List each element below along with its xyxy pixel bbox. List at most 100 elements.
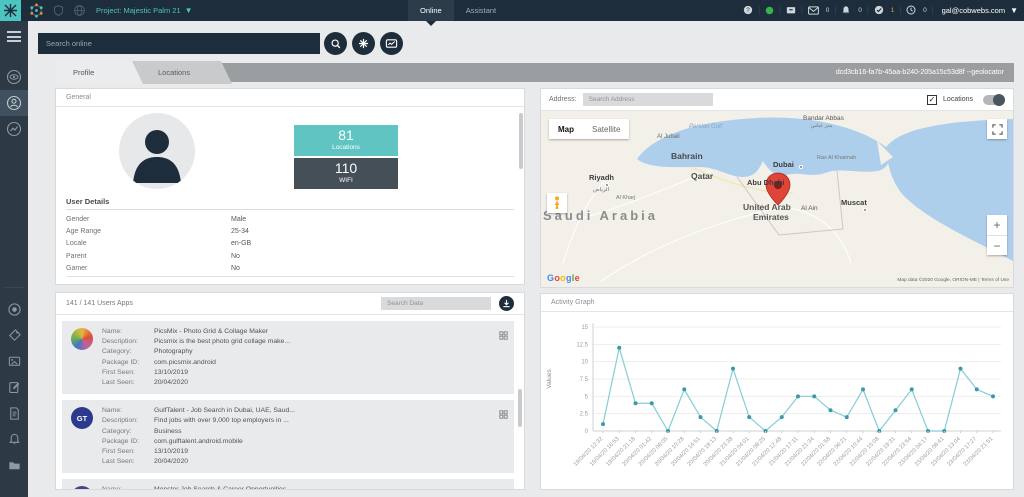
- map-canvas[interactable]: Saudi ArabiaRiyadhالرياضAl JubailBahrain…: [541, 111, 1013, 287]
- app-field-row: Description:Find jobs with over 9,000 to…: [102, 416, 508, 426]
- sidebar-item-discover[interactable]: [0, 64, 28, 90]
- detail-row: GenderMale: [66, 213, 514, 225]
- app-field-row: Category:Photography: [102, 347, 508, 357]
- user-menu-chevron-icon[interactable]: ▼: [1010, 6, 1018, 15]
- chart-point: [747, 415, 751, 419]
- mail-icon[interactable]: [808, 2, 819, 20]
- app-list-item[interactable]: Name:Monster Job Search & Career Opportu…: [62, 479, 514, 490]
- map-attribution[interactable]: Map data ©2020 Google, ORION-ME | Terms …: [897, 278, 1009, 283]
- topbar-status-icons: ? | | | 0 | 0 | 1 | 0 | gal@cobwebs.com …: [743, 0, 1018, 21]
- menu-hamburger-icon[interactable]: [7, 31, 21, 42]
- search-button[interactable]: [324, 32, 347, 55]
- app-field-label: Name:: [102, 327, 154, 337]
- chart-point: [975, 387, 979, 391]
- app-grid-icon[interactable]: [499, 485, 508, 490]
- map-type-control: Map Satellite: [549, 119, 629, 139]
- activity-chart[interactable]: 02.557.51012.515Values19/04/20 12:3219/0…: [541, 313, 1013, 489]
- app-field-row: Last Seen:20/04/2020: [102, 378, 508, 388]
- search-input[interactable]: [38, 33, 320, 54]
- sidebar-item-analytics[interactable]: [0, 116, 28, 142]
- app-list-item[interactable]: Name:PicsMix - Photo Grid & Collage Make…: [62, 321, 514, 394]
- sidebar-item-reports[interactable]: [0, 400, 28, 426]
- map-button[interactable]: Map: [549, 119, 583, 139]
- sidebar-item-folder[interactable]: [0, 452, 28, 478]
- sidebar-divider: [4, 287, 24, 288]
- sidebar-item-profile[interactable]: [0, 90, 28, 116]
- app-field-label: Name:: [102, 406, 154, 416]
- history-clock-icon[interactable]: [906, 2, 916, 20]
- general-scrollbar[interactable]: [519, 113, 523, 169]
- advanced-search-button[interactable]: [352, 32, 375, 55]
- svg-text:0: 0: [585, 429, 589, 435]
- zoom-in-button[interactable]: +: [987, 215, 1007, 235]
- stat-locations-value: 81: [294, 125, 398, 144]
- tab-locations[interactable]: Locations: [132, 61, 232, 84]
- detail-value: en-GB: [231, 240, 251, 247]
- globe-icon[interactable]: [73, 4, 86, 17]
- bell-icon[interactable]: [841, 2, 851, 20]
- chart-point: [780, 415, 784, 419]
- tab-profile[interactable]: Profile: [55, 61, 143, 84]
- help-icon[interactable]: ?: [743, 2, 753, 20]
- user-email[interactable]: gal@cobwebs.com: [942, 6, 1005, 15]
- app-field-row: Last Seen:20/04/2020: [102, 457, 508, 467]
- sidebar-item-gallery[interactable]: [0, 348, 28, 374]
- tab-assistant[interactable]: Assistant: [454, 0, 508, 21]
- stat-locations-label: Locations: [294, 144, 398, 151]
- download-button[interactable]: [499, 296, 514, 311]
- pegman-icon[interactable]: [547, 193, 567, 213]
- apps-list: Name:PicsMix - Photo Grid & Collage Make…: [62, 321, 514, 490]
- app-field-row: Description:Picsmix is the best photo gr…: [102, 337, 508, 347]
- svg-text:Values: Values: [546, 369, 553, 389]
- app-field-row: Name:PicsMix - Photo Grid & Collage Make…: [102, 327, 508, 337]
- svg-text:10: 10: [581, 360, 588, 366]
- users-apps-title: 141 / 141 Users Apps: [66, 300, 381, 307]
- svg-text:12.5: 12.5: [576, 342, 588, 348]
- address-search-input[interactable]: [583, 93, 713, 106]
- stat-wifi-value: 110: [294, 158, 398, 177]
- history-count: 0: [923, 7, 927, 14]
- stat-wifi[interactable]: 110 WIFI: [294, 158, 398, 189]
- chevron-down-icon: ▼: [185, 6, 193, 15]
- app-field-value: 13/10/2019: [154, 368, 188, 378]
- app-root: Project: Majestic Palm 21 ▼ Online Assis…: [0, 0, 1024, 497]
- detail-label: Gamer: [66, 265, 231, 272]
- project-selector[interactable]: Project: Majestic Palm 21 ▼: [96, 6, 193, 15]
- brand-logo-icon[interactable]: [0, 0, 21, 21]
- session-id-strip: dcd3cb16-fa7b-45aa-b240-205a15c53d8f --g…: [210, 63, 1014, 82]
- app-list-item[interactable]: GTName:GulfTalent - Job Search in Dubai,…: [62, 400, 514, 473]
- satellite-button[interactable]: Satellite: [583, 119, 629, 139]
- app-grid-icon[interactable]: [499, 327, 508, 345]
- chart-point: [634, 401, 638, 405]
- stat-locations[interactable]: 81 Locations: [294, 125, 398, 156]
- user-details-title: User Details: [66, 197, 109, 206]
- locations-toggle[interactable]: [983, 95, 1005, 105]
- tab-online[interactable]: Online: [408, 0, 454, 21]
- detail-label: Parent: [66, 253, 231, 260]
- apps-search-input[interactable]: [381, 297, 491, 310]
- apps-scrollbar[interactable]: [518, 389, 522, 427]
- locations-checkbox[interactable]: ✓: [927, 95, 937, 105]
- tasks-check-icon[interactable]: [874, 2, 884, 20]
- status-online-dot[interactable]: [765, 2, 774, 20]
- app-field-row: Package ID:com.picsmix.android: [102, 358, 508, 368]
- chart-point: [699, 415, 703, 419]
- app-field-value: Find jobs with over 9,000 top employers …: [154, 416, 289, 426]
- chart-point: [845, 415, 849, 419]
- shield-icon[interactable]: [52, 4, 65, 17]
- monitor-analytics-button[interactable]: [380, 32, 403, 55]
- sidebar-item-notes[interactable]: [0, 374, 28, 400]
- app-field-row: Name:Monster Job Search & Career Opportu…: [102, 485, 508, 490]
- app-grid-icon[interactable]: [499, 406, 508, 424]
- activity-graph-panel: Activity Graph 02.557.51012.515Values19/…: [540, 293, 1014, 490]
- projects-box-icon[interactable]: [786, 2, 796, 20]
- zoom-out-button[interactable]: −: [987, 235, 1007, 255]
- fullscreen-button[interactable]: [987, 119, 1007, 139]
- map-panel: Address: ✓ Locations: [540, 88, 1014, 288]
- network-graph-icon[interactable]: [29, 3, 44, 18]
- google-logo[interactable]: Google: [547, 273, 580, 283]
- sidebar-item-target[interactable]: [0, 296, 28, 322]
- sidebar-item-tags[interactable]: [0, 322, 28, 348]
- detail-value: No: [231, 253, 240, 260]
- sidebar-item-alerts[interactable]: [0, 426, 28, 452]
